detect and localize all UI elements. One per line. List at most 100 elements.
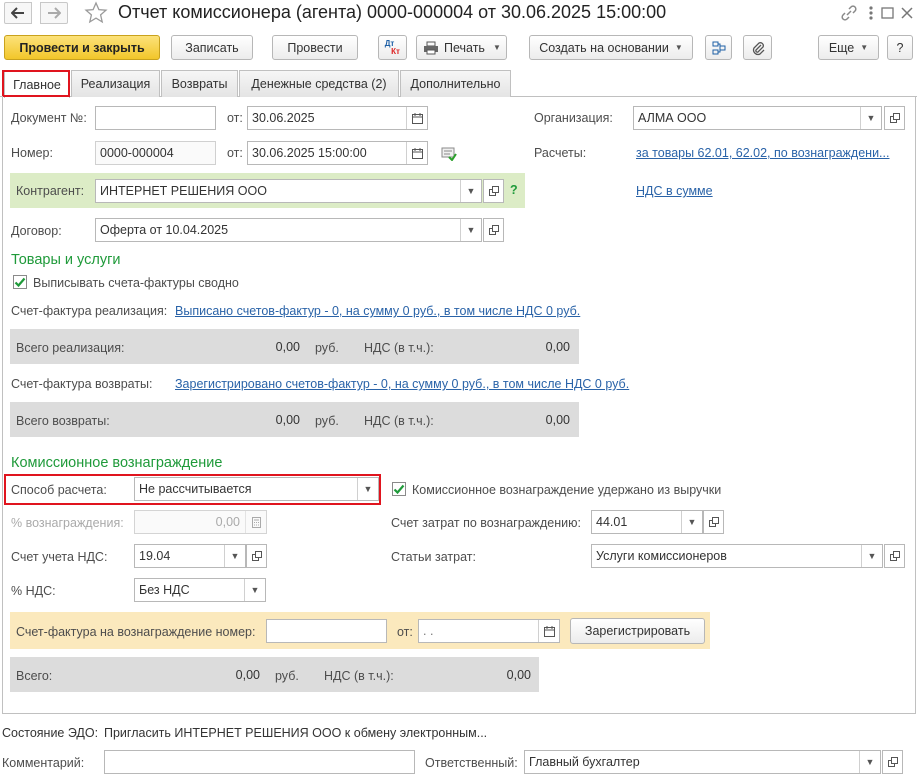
counterparty-value: ИНТЕРНЕТ РЕШЕНИЯ ООО — [100, 184, 267, 198]
edo-status-value[interactable]: Пригласить ИНТЕРНЕТ РЕШЕНИЯ ООО к обмену… — [104, 726, 487, 740]
counterparty-help[interactable]: ? — [510, 183, 518, 197]
total-returns-vat-value: 0,00 — [545, 413, 570, 427]
calc-method-value: Не рассчитывается — [139, 482, 252, 496]
chevron-down-icon: ▼ — [674, 43, 683, 52]
vat-in-amount-link[interactable]: НДС в сумме — [636, 184, 713, 198]
chevron-down-icon[interactable]: ▼ — [859, 751, 880, 773]
cost-account-label: Счет затрат по вознаграждению: — [391, 516, 581, 530]
total-sales-value: 0,00 — [275, 340, 300, 354]
window-title: Отчет комиссионера (агента) 0000-000004 … — [118, 2, 667, 22]
checkmark-icon — [14, 277, 26, 288]
chevron-down-icon[interactable]: ▼ — [357, 478, 378, 500]
chevron-down-icon: ▼ — [860, 43, 869, 52]
consolidated-invoice-checkbox[interactable] — [13, 275, 27, 289]
save-button[interactable]: Записать — [171, 35, 253, 60]
number-datetime-value: 30.06.2025 15:00:00 — [252, 146, 367, 160]
comment-label: Комментарий: — [2, 756, 85, 770]
settlements-link[interactable]: за товары 62.01, 62.02, по вознаграждени… — [636, 146, 889, 160]
number-datetime-input[interactable]: 30.06.2025 15:00:00 — [247, 141, 428, 165]
edo-status-icon[interactable] — [441, 145, 457, 162]
cost-items-select[interactable]: Услуги комиссионеров ▼ — [591, 544, 883, 568]
arrow-right-icon — [48, 7, 61, 19]
doc-no-input[interactable] — [95, 106, 216, 130]
responsible-open-button[interactable] — [882, 750, 903, 774]
withheld-checkbox[interactable] — [392, 482, 406, 496]
counterparty-label: Контрагент: — [16, 184, 85, 198]
register-button[interactable]: Зарегистрировать — [570, 618, 705, 644]
total-returns-value: 0,00 — [275, 413, 300, 427]
vat-account-value: 19.04 — [139, 549, 171, 563]
more-button[interactable]: Еще ▼ — [818, 35, 879, 60]
contract-label: Договор: — [11, 224, 62, 238]
org-open-button[interactable] — [884, 106, 905, 130]
chevron-down-icon[interactable]: ▼ — [224, 545, 245, 567]
more-label: Еще — [828, 40, 855, 55]
tab-returns[interactable]: Возвраты — [161, 70, 238, 97]
attach-button[interactable] — [743, 35, 772, 60]
invoice-sales-link[interactable]: Выписано счетов-фактур - 0, на сумму 0 р… — [175, 304, 580, 318]
structure-button[interactable] — [705, 35, 732, 60]
open-window-icon — [887, 757, 898, 767]
favorite-star-button[interactable] — [84, 1, 108, 25]
commission-total-vat-label: НДС (в т.ч.): — [324, 669, 394, 683]
nav-back-button[interactable] — [4, 2, 32, 24]
post-and-close-button[interactable]: Провести и закрыть — [4, 35, 160, 60]
comment-input[interactable] — [104, 750, 415, 774]
vat-account-select[interactable]: 19.04 ▼ — [134, 544, 246, 568]
tab-additional[interactable]: Дополнительно — [400, 70, 511, 97]
total-sales-vat-value: 0,00 — [545, 340, 570, 354]
percent-input: 0,00 — [134, 510, 267, 534]
save-label: Записать — [185, 40, 239, 55]
invoice-sales-label: Счет-фактура реализация: — [11, 304, 168, 318]
close-icon[interactable] — [899, 4, 915, 22]
checkmark-icon — [393, 484, 405, 495]
chevron-down-icon[interactable]: ▼ — [244, 579, 265, 601]
withheld-label: Комиссионное вознаграждение удержано из … — [412, 483, 722, 497]
print-button[interactable]: Печать ▼ — [416, 35, 507, 60]
chevron-down-icon[interactable]: ▼ — [681, 511, 702, 533]
chevron-down-icon[interactable]: ▼ — [861, 545, 882, 567]
calendar-icon[interactable] — [406, 142, 427, 164]
cost-account-select[interactable]: 44.01 ▼ — [591, 510, 703, 534]
vat-account-open-button[interactable] — [246, 544, 267, 568]
doc-date-input[interactable]: 30.06.2025 — [247, 106, 428, 130]
link-icon[interactable] — [840, 4, 858, 22]
contract-input[interactable]: Оферта от 10.04.2025 ▼ — [95, 218, 482, 242]
print-label: Печать — [444, 40, 485, 55]
calendar-icon[interactable] — [538, 620, 559, 642]
tab-sales[interactable]: Реализация — [71, 70, 160, 97]
responsible-value: Главный бухгалтер — [529, 755, 640, 769]
vat-rate-value: Без НДС — [139, 583, 190, 597]
invoice-returns-link[interactable]: Зарегистрировано счетов-фактур - 0, на с… — [175, 377, 629, 391]
more-vertical-icon[interactable] — [866, 4, 876, 22]
responsible-select[interactable]: Главный бухгалтер ▼ — [524, 750, 881, 774]
document-structure-icon — [712, 41, 725, 54]
commission-total-value: 0,00 — [235, 668, 260, 682]
help-button[interactable]: ? — [887, 35, 913, 60]
calc-method-select[interactable]: Не рассчитывается ▼ — [134, 477, 379, 501]
calendar-icon[interactable] — [406, 107, 427, 129]
tab-money[interactable]: Денежные средства (2) — [239, 70, 399, 97]
tab-main-highlight — [2, 70, 70, 97]
dt-kt-button[interactable]: Дт Кт — [378, 35, 407, 60]
invoice-date-input[interactable]: . . — [418, 619, 560, 643]
post-button[interactable]: Провести — [272, 35, 358, 60]
contract-open-button[interactable] — [483, 218, 504, 242]
counterparty-input[interactable]: ИНТЕРНЕТ РЕШЕНИЯ ООО ▼ — [95, 179, 482, 203]
org-input[interactable]: АЛМА ООО ▼ — [633, 106, 882, 130]
chevron-down-icon[interactable]: ▼ — [460, 219, 481, 241]
invoice-no-input[interactable] — [266, 619, 387, 643]
chevron-down-icon[interactable]: ▼ — [460, 180, 481, 202]
vat-rate-select[interactable]: Без НДС ▼ — [134, 578, 266, 602]
nav-forward-button[interactable] — [40, 2, 68, 24]
invoice-returns-label: Счет-фактура возвраты: — [11, 377, 153, 391]
post-label: Провести — [287, 40, 343, 55]
create-based-on-button[interactable]: Создать на основании ▼ — [529, 35, 693, 60]
chevron-down-icon[interactable]: ▼ — [860, 107, 881, 129]
counterparty-open-button[interactable] — [483, 179, 504, 203]
cost-account-open-button[interactable] — [703, 510, 724, 534]
open-window-icon — [251, 551, 262, 561]
cost-items-open-button[interactable] — [884, 544, 905, 568]
number-input[interactable]: 0000-000004 — [95, 141, 216, 165]
maximize-icon[interactable] — [880, 4, 896, 22]
